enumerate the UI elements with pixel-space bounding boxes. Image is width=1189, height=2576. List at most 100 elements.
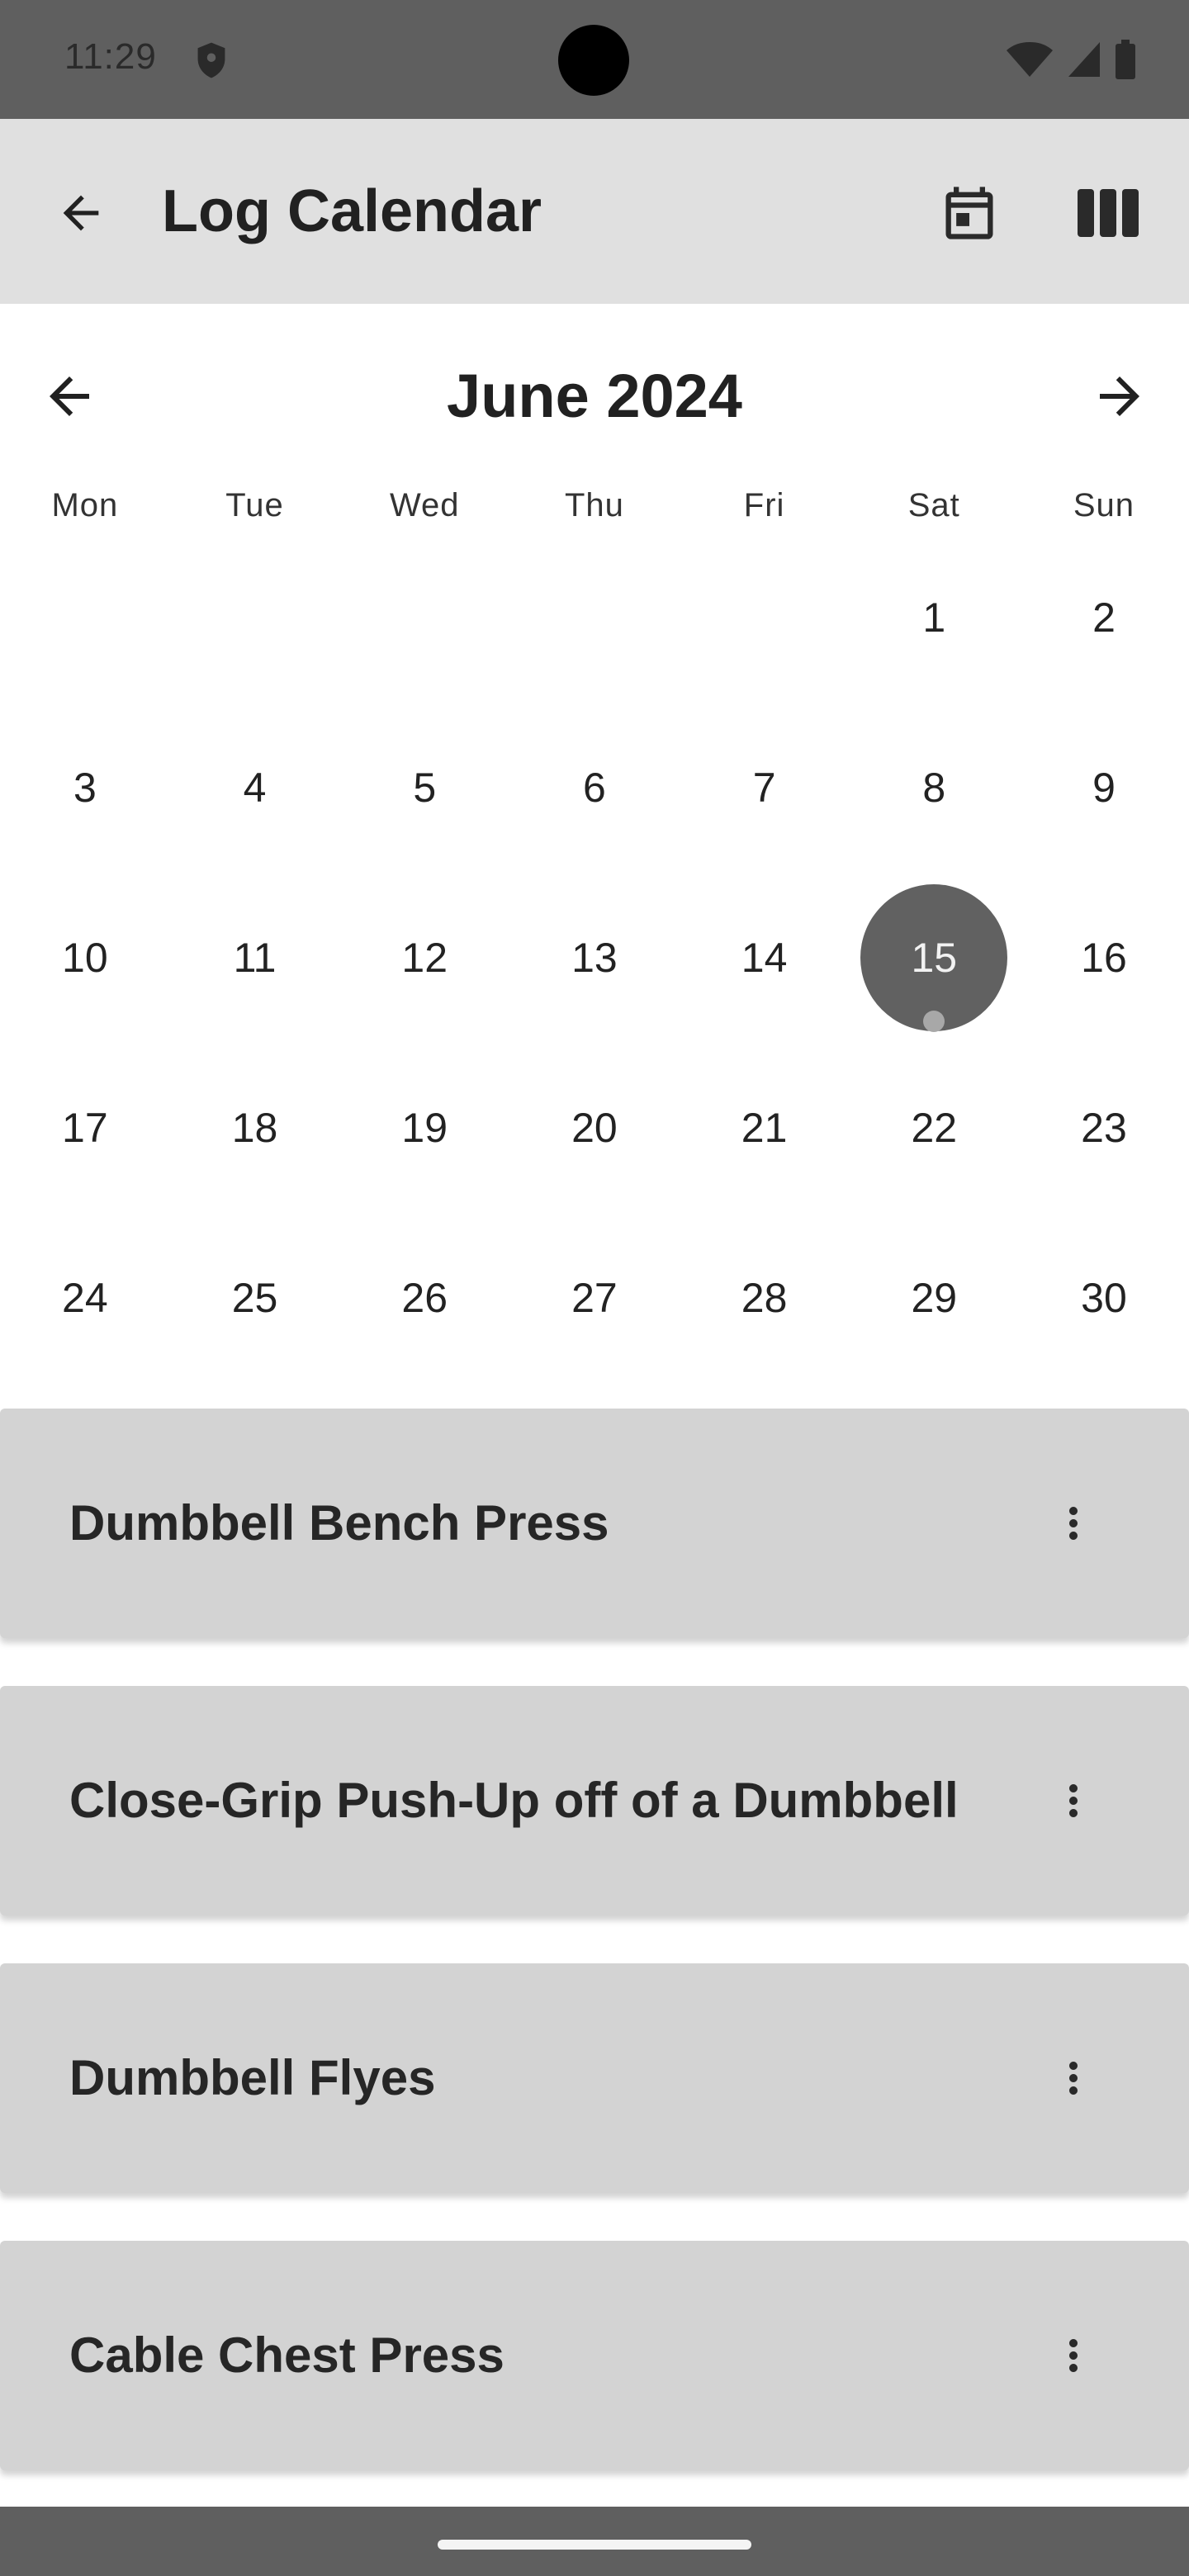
calendar-day[interactable]: 13 <box>509 873 680 1043</box>
calendar-day[interactable]: 6 <box>509 703 680 873</box>
day-number: 6 <box>583 765 606 811</box>
day-number: 25 <box>231 1275 278 1321</box>
day-number: 16 <box>1081 935 1127 981</box>
back-button[interactable] <box>41 173 121 253</box>
day-number: 3 <box>73 765 97 811</box>
calendar-day[interactable]: 7 <box>680 703 850 873</box>
calendar-day[interactable]: 12 <box>339 873 509 1043</box>
weekday-label: Sat <box>907 487 960 523</box>
calendar-week: 17 18 19 20 21 22 23 <box>0 1043 1189 1213</box>
navigation-bar <box>0 2507 1189 2576</box>
day-number: 7 <box>752 765 776 811</box>
calendar-day-empty <box>509 533 680 703</box>
day-number: 14 <box>741 935 788 981</box>
calendar-week: 10 11 12 13 14 15 16 <box>0 873 1189 1043</box>
calendar-icon <box>945 187 993 239</box>
calendar-day-selected[interactable]: 15 <box>849 873 1019 1043</box>
view-columns-icon <box>1078 189 1139 237</box>
calendar-day[interactable]: 8 <box>849 703 1019 873</box>
day-number: 11 <box>233 935 277 981</box>
day-number: 27 <box>571 1275 618 1321</box>
calendar-day[interactable]: 29 <box>849 1213 1019 1383</box>
day-number: 17 <box>62 1105 108 1151</box>
day-number: 20 <box>571 1105 618 1151</box>
exercise-card[interactable]: Dumbbell Flyes <box>0 1963 1189 2193</box>
weekday-header: Mon Tue Wed Thu Fri Sat Sun <box>0 487 1189 537</box>
day-number: 12 <box>401 935 448 981</box>
day-number: 26 <box>401 1275 448 1321</box>
weekday-label: Thu <box>564 487 624 523</box>
calendar-day-empty <box>170 533 340 703</box>
day-number: 15 <box>911 935 958 981</box>
calendar-day[interactable]: 9 <box>1019 703 1189 873</box>
calendar-day-empty <box>0 533 170 703</box>
calendar-day[interactable]: 25 <box>170 1213 340 1383</box>
signal-icon <box>1068 42 1100 77</box>
more-vert-icon <box>1069 2339 1078 2372</box>
calendar-day[interactable]: 20 <box>509 1043 680 1213</box>
exercise-more-button[interactable] <box>1034 2316 1113 2395</box>
calendar-day[interactable]: 24 <box>0 1213 170 1383</box>
calendar-day[interactable]: 3 <box>0 703 170 873</box>
day-number: 21 <box>741 1105 788 1151</box>
exercise-more-button[interactable] <box>1034 2039 1113 2118</box>
calendar-day[interactable]: 23 <box>1019 1043 1189 1213</box>
status-icons <box>1006 40 1136 79</box>
exercise-name: Dumbbell Bench Press <box>69 1495 609 1551</box>
calendar-day[interactable]: 5 <box>339 703 509 873</box>
calendar-day[interactable]: 22 <box>849 1043 1019 1213</box>
calendar-day[interactable]: 19 <box>339 1043 509 1213</box>
day-number: 9 <box>1092 765 1116 811</box>
exercise-card[interactable]: Dumbbell Bench Press <box>0 1409 1189 1638</box>
weekday-label: Sun <box>1073 487 1135 523</box>
calendar-week: 24 25 26 27 28 29 30 <box>0 1213 1189 1383</box>
day-number: 8 <box>922 765 946 811</box>
day-number: 28 <box>741 1275 788 1321</box>
arrow-left-icon <box>63 195 99 231</box>
battery-icon <box>1116 40 1135 79</box>
calendar-day-empty <box>339 533 509 703</box>
exercise-name: Close-Grip Push-Up off of a Dumbbell <box>69 1773 959 1828</box>
exercise-list: Dumbbell Bench Press Close-Grip Push-Up … <box>0 1409 1189 2518</box>
calendar-day[interactable]: 11 <box>170 873 340 1043</box>
calendar-day[interactable]: 30 <box>1019 1213 1189 1383</box>
calendar-day[interactable]: 28 <box>680 1213 850 1383</box>
weekday-label: Wed <box>389 487 460 523</box>
next-month-button[interactable] <box>1080 357 1159 436</box>
status-bar: 11:29 <box>0 0 1189 119</box>
calendar-day[interactable]: 17 <box>0 1043 170 1213</box>
day-number: 22 <box>911 1105 958 1151</box>
calendar-day[interactable]: 10 <box>0 873 170 1043</box>
calendar-day[interactable]: 26 <box>339 1213 509 1383</box>
page-title: Log Calendar <box>162 178 542 244</box>
day-number: 5 <box>413 765 437 811</box>
calendar-day[interactable]: 14 <box>680 873 850 1043</box>
day-number: 23 <box>1081 1105 1127 1151</box>
calendar-day[interactable]: 21 <box>680 1043 850 1213</box>
weekday-label: Tue <box>225 487 284 523</box>
calendar-day[interactable]: 4 <box>170 703 340 873</box>
day-number: 30 <box>1081 1275 1127 1321</box>
day-number: 24 <box>62 1275 108 1321</box>
exercise-card[interactable]: Close-Grip Push-Up off of a Dumbbell <box>0 1686 1189 1915</box>
calendar-day-empty <box>680 533 850 703</box>
weekday-label: Mon <box>51 487 119 523</box>
calendar-day[interactable]: 27 <box>509 1213 680 1383</box>
day-number: 2 <box>1092 594 1116 641</box>
exercise-card[interactable]: Cable Chest Press <box>0 2241 1189 2470</box>
more-vert-icon <box>1069 1784 1078 1817</box>
exercise-more-button[interactable] <box>1034 1761 1113 1840</box>
calendar-button[interactable] <box>930 173 1009 253</box>
calendar-day[interactable]: 18 <box>170 1043 340 1213</box>
exercise-name: Cable Chest Press <box>69 2327 504 2383</box>
calendar-day[interactable]: 1 <box>849 533 1019 703</box>
exercise-more-button[interactable] <box>1034 1484 1113 1563</box>
workout-logged-dot <box>923 1011 945 1032</box>
view-toggle-button[interactable] <box>1068 173 1148 253</box>
calendar-day[interactable]: 2 <box>1019 533 1189 703</box>
calendar-day[interactable]: 16 <box>1019 873 1189 1043</box>
day-number: 19 <box>401 1105 448 1151</box>
exercise-name: Dumbbell Flyes <box>69 2050 436 2105</box>
day-number: 10 <box>62 935 108 981</box>
home-gesture-handle[interactable] <box>438 2540 751 2550</box>
